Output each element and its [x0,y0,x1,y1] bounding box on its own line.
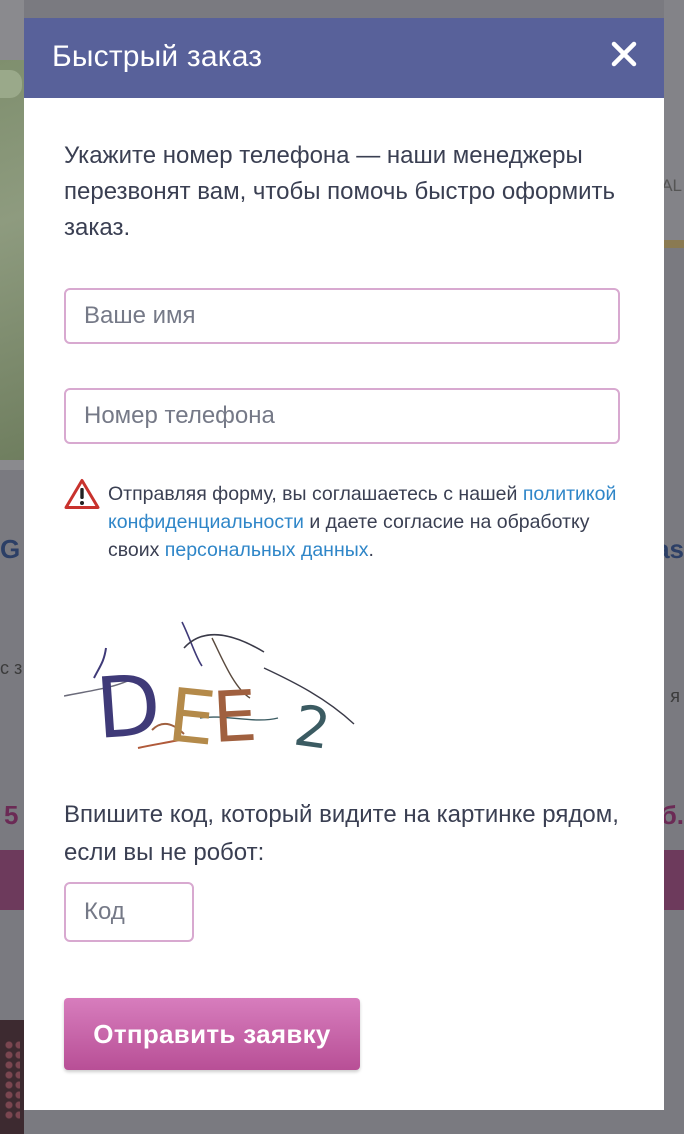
captcha-code-input[interactable] [64,882,194,942]
modal-header: Быстрый заказ [24,18,664,98]
intro-text: Укажите номер телефона — наши менеджеры … [64,142,616,241]
captcha-char: 2 [290,693,334,762]
close-button[interactable] [610,40,638,68]
background-buy-button-left [0,850,24,910]
background-pattern [4,1040,20,1120]
background-product-desc-right: я [670,686,680,706]
captcha-prompt: Впишите код, который видите на картинке … [64,801,619,866]
background-product-desc-left: с з [0,658,23,678]
captcha-char: E [211,675,259,759]
background-product-title-left: G [0,534,21,564]
modal-title: Быстрый заказ [52,40,263,73]
background-product-strip [664,240,684,248]
background-leaf-shape [0,70,22,98]
phone-input[interactable] [64,388,620,444]
background-product-image [0,60,24,460]
background-price-left: 5 [4,800,19,830]
name-input[interactable] [64,288,620,344]
background-product-card-right [664,0,684,240]
privacy-notice-text: Отправляя форму, вы соглашаетесь с нашей… [108,480,638,564]
captcha-char: D [93,656,164,758]
notice-text-part3: . [368,539,374,561]
warning-triangle-icon [64,479,100,509]
background-label: AL [661,176,682,195]
submit-button[interactable]: Отправить заявку [64,998,360,1070]
background-buy-button-right [664,850,684,910]
quick-order-modal: Быстрый заказ Укажите номер телефона — н… [24,18,664,1110]
background-price-right: б. [660,800,684,830]
captcha-image: D EE 2 [64,621,355,762]
personal-data-link[interactable]: персональных данных [165,539,369,561]
notice-text-part1: Отправляя форму, вы соглашаетесь с нашей [108,483,523,505]
close-icon [611,41,637,67]
